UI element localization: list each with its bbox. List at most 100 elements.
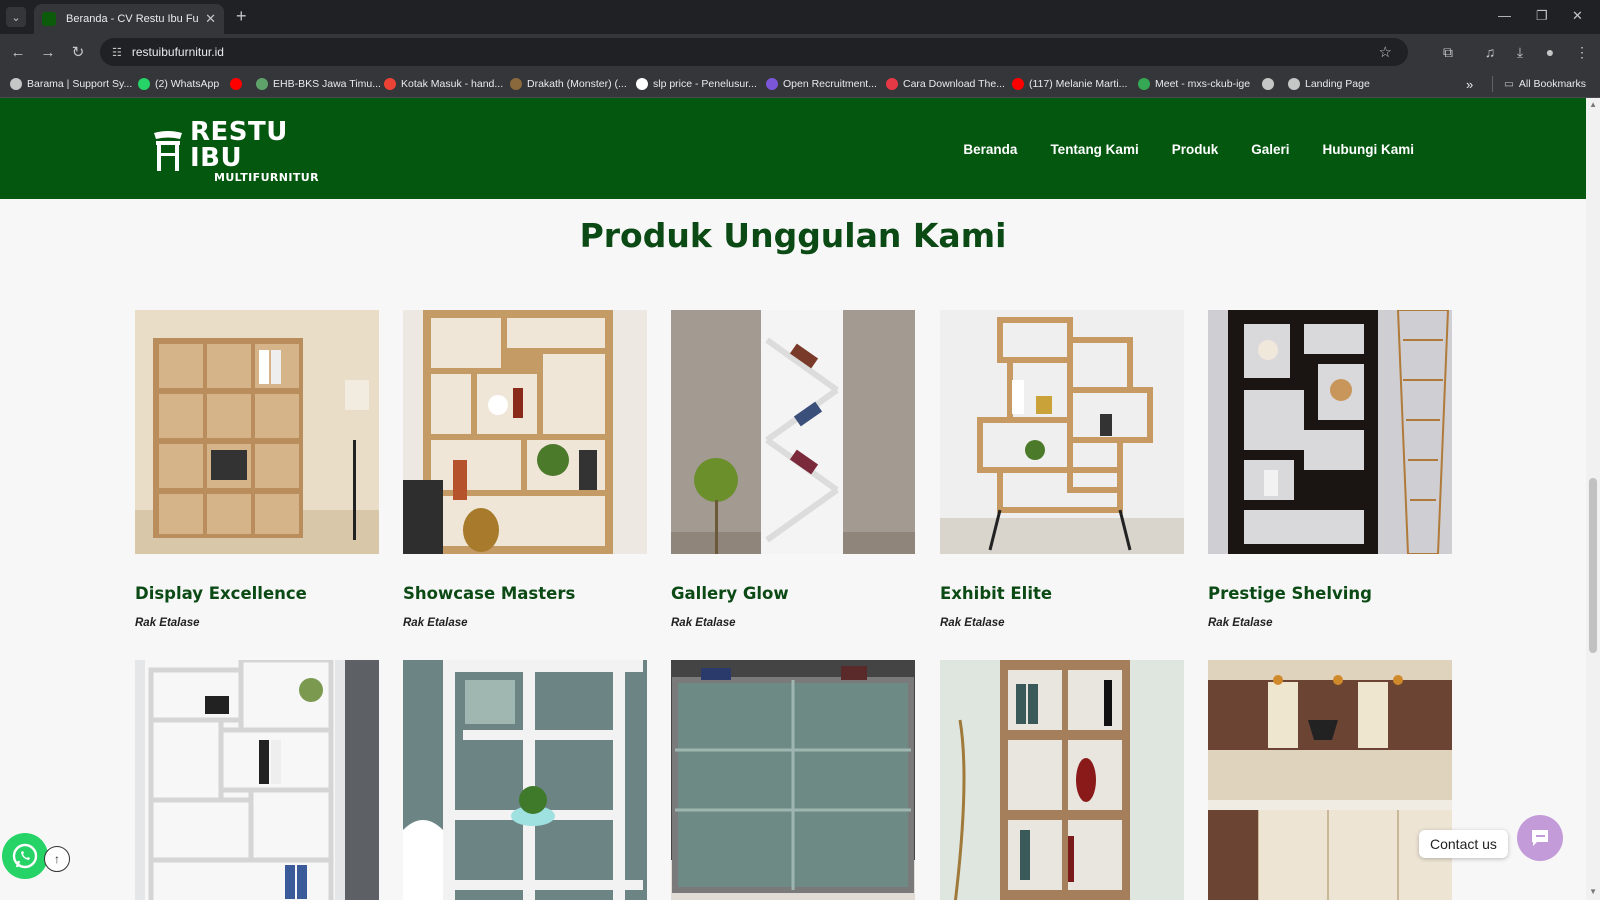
youtube-icon	[230, 78, 242, 90]
globe-icon	[10, 78, 22, 90]
bookmark-star-icon[interactable]: ☆	[1379, 43, 1392, 61]
product-card[interactable]	[940, 660, 1184, 900]
all-bookmarks-label: All Bookmarks	[1518, 78, 1587, 90]
scroll-up-arrow-icon[interactable]: ▲	[1589, 100, 1597, 109]
bookmark-item[interactable]: EHB-BKS Jawa Timu...	[256, 77, 381, 91]
page-viewport: RESTU IBU MULTIFURNITUR Beranda Tentang …	[0, 98, 1600, 900]
nav-tentang-kami[interactable]: Tentang Kami	[1050, 142, 1138, 157]
bookmark-item[interactable]: Drakath (Monster) (...	[510, 77, 627, 91]
sheet-icon	[256, 78, 268, 90]
bookmark-label: Meet - mxs-ckub-ige	[1155, 78, 1251, 90]
forward-icon[interactable]: →	[38, 42, 58, 62]
product-name[interactable]: Prestige Shelving	[1208, 584, 1452, 603]
logo-sub-text: MULTIFURNITUR	[214, 171, 319, 184]
menu-kebab-icon[interactable]: ⋮	[1572, 42, 1592, 62]
product-card[interactable]	[671, 660, 915, 900]
product-category: Rak Etalase	[403, 617, 468, 629]
nav-beranda[interactable]: Beranda	[963, 142, 1017, 157]
tab-close-icon[interactable]: ✕	[205, 11, 216, 27]
bookmark-label: Cara Download The...	[903, 78, 1005, 90]
product-category: Rak Etalase	[135, 617, 200, 629]
product-card[interactable]: Showcase Masters Rak Etalase	[403, 310, 647, 629]
gmail-icon	[384, 78, 396, 90]
bookmark-item[interactable]	[230, 77, 247, 91]
chair-logo-icon	[154, 131, 182, 171]
globe-icon	[1262, 78, 1274, 90]
product-image[interactable]	[940, 310, 1184, 554]
product-image[interactable]	[135, 310, 379, 554]
site-info-icon[interactable]: ☷	[112, 46, 122, 59]
product-card[interactable]	[1208, 660, 1452, 900]
scrollbar-thumb[interactable]	[1589, 478, 1597, 653]
bookmark-item[interactable]: slp price - Penelusur...	[636, 77, 757, 91]
product-card[interactable]: Prestige Shelving Rak Etalase	[1208, 310, 1452, 629]
nav-hubungi-kami[interactable]: Hubungi Kami	[1323, 142, 1415, 157]
product-image[interactable]	[671, 310, 915, 554]
whatsapp-float-button[interactable]	[2, 833, 48, 879]
reload-icon[interactable]: ↻	[68, 42, 88, 62]
media-control-icon[interactable]: ♫	[1480, 42, 1500, 62]
bookmark-label: Landing Page	[1305, 78, 1370, 90]
product-category: Rak Etalase	[1208, 617, 1273, 629]
bookmark-item[interactable]: Barama | Support Sy...	[10, 77, 132, 91]
tab-favicon-icon	[42, 12, 56, 26]
all-bookmarks[interactable]: ▭ All Bookmarks	[1504, 77, 1586, 91]
bookmark-label: EHB-BKS Jawa Timu...	[273, 78, 381, 90]
nav-produk[interactable]: Produk	[1172, 142, 1219, 157]
product-image[interactable]	[403, 660, 647, 900]
product-image[interactable]	[671, 660, 915, 900]
address-bar[interactable]: ☷ restuibufurnitur.id ☆	[100, 38, 1408, 66]
tab-search-icon[interactable]: ⌄	[6, 7, 26, 27]
site-header: RESTU IBU MULTIFURNITUR Beranda Tentang …	[0, 98, 1586, 199]
product-name[interactable]: Showcase Masters	[403, 584, 647, 603]
new-tab-icon[interactable]: +	[236, 6, 247, 27]
bookmark-item[interactable]: Landing Page	[1288, 77, 1370, 91]
product-image[interactable]	[1208, 310, 1452, 554]
profile-avatar-icon[interactable]: ●	[1540, 42, 1560, 62]
product-image[interactable]	[1208, 660, 1452, 900]
site-logo[interactable]: RESTU IBU MULTIFURNITUR	[150, 119, 330, 183]
more-bookmarks-icon[interactable]: »	[1466, 77, 1473, 92]
bookmark-label: Drakath (Monster) (...	[527, 78, 627, 90]
bookmark-label: slp price - Penelusur...	[653, 78, 757, 90]
contact-chat-button[interactable]	[1517, 815, 1563, 861]
product-name[interactable]: Display Excellence	[135, 584, 379, 603]
bookmark-item[interactable]: Open Recruitment...	[766, 77, 877, 91]
globe-icon	[1288, 78, 1300, 90]
scroll-down-arrow-icon[interactable]: ▼	[1589, 887, 1597, 896]
window-close-icon[interactable]: ✕	[1572, 8, 1583, 24]
tab-title: Beranda - CV Restu Ibu Furnitu	[66, 13, 199, 25]
bookmark-item[interactable]: (2) WhatsApp	[138, 77, 219, 91]
product-image[interactable]	[135, 660, 379, 900]
minimize-icon[interactable]: —	[1498, 8, 1511, 23]
extensions-icon[interactable]: ⧉	[1438, 42, 1458, 62]
scroll-to-top-button[interactable]: ↑	[44, 846, 70, 872]
bookmark-item[interactable]: Cara Download The...	[886, 77, 1005, 91]
download-icon[interactable]: ⤓	[1510, 42, 1530, 62]
bookmark-label: Open Recruitment...	[783, 78, 877, 90]
product-card[interactable]	[135, 660, 379, 900]
bookmark-item[interactable]: Kotak Masuk - hand...	[384, 77, 503, 91]
bookmark-item[interactable]: (117) Melanie Marti...	[1012, 77, 1127, 91]
browser-tab-bar: ⌄ Beranda - CV Restu Ibu Furnitu ✕ + — ❐…	[0, 0, 1600, 34]
game-icon	[510, 78, 522, 90]
product-card[interactable]: Display Excellence Rak Etalase	[135, 310, 379, 629]
browser-tab[interactable]: Beranda - CV Restu Ibu Furnitu ✕	[34, 4, 224, 34]
contact-us-label[interactable]: Contact us	[1419, 830, 1508, 858]
nav-galeri[interactable]: Galeri	[1251, 142, 1289, 157]
product-image[interactable]	[403, 310, 647, 554]
section-title: Produk Unggulan Kami	[579, 216, 1007, 255]
product-name[interactable]: Exhibit Elite	[940, 584, 1184, 603]
bookmark-item[interactable]: Meet - mxs-ckub-ige	[1138, 77, 1250, 91]
product-name[interactable]: Gallery Glow	[671, 584, 915, 603]
product-category: Rak Etalase	[671, 617, 736, 629]
product-card[interactable]: Gallery Glow Rak Etalase	[671, 310, 915, 629]
product-card[interactable]	[403, 660, 647, 900]
restore-icon[interactable]: ❐	[1536, 8, 1548, 24]
bookmark-item[interactable]	[1262, 77, 1279, 91]
product-card[interactable]: Exhibit Elite Rak Etalase	[940, 310, 1184, 629]
back-icon[interactable]: ←	[8, 42, 28, 62]
product-image[interactable]	[940, 660, 1184, 900]
youtube-icon	[1012, 78, 1024, 90]
page-scrollbar[interactable]: ▲ ▼	[1586, 98, 1600, 900]
